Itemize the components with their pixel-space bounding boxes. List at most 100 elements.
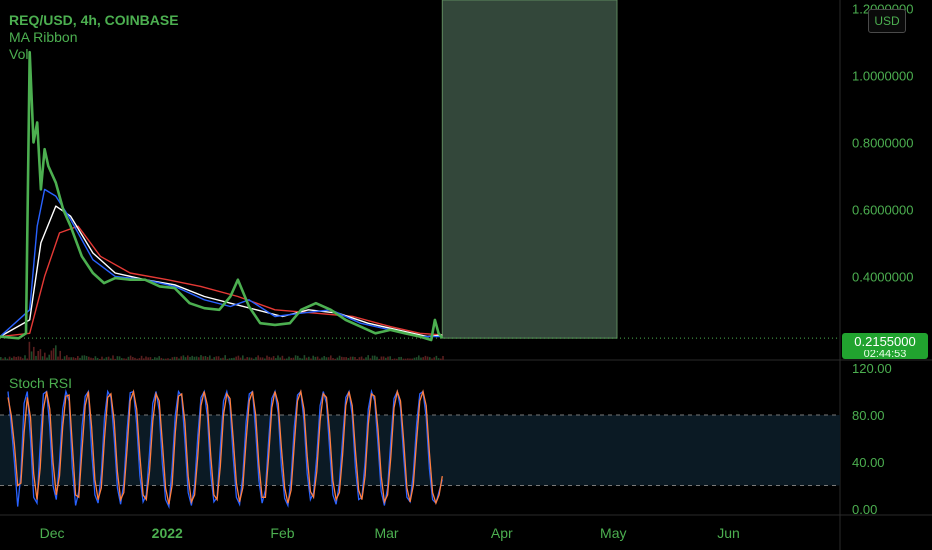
volume-label[interactable]: Vol <box>9 46 179 63</box>
volume-bar <box>257 355 259 360</box>
volume-bar <box>127 356 130 360</box>
volume-bar <box>330 355 332 360</box>
chart-canvas[interactable]: 1.20000001.00000000.80000000.60000000.40… <box>0 0 932 550</box>
volume-bar <box>301 358 303 360</box>
volume-bar <box>6 358 9 360</box>
volume-bar <box>211 358 213 360</box>
volume-bar <box>55 345 57 360</box>
volume-bar <box>433 357 435 360</box>
volume-bar <box>231 358 233 360</box>
volume-bar <box>134 357 136 360</box>
volume-bar <box>68 357 70 360</box>
volume-bar <box>268 356 270 360</box>
volume-bar <box>125 358 127 360</box>
volume-bar <box>341 356 343 360</box>
volume-bar <box>41 356 44 360</box>
volume-bar <box>129 355 132 360</box>
volume-bar <box>237 355 240 360</box>
volume-bar <box>121 358 123 360</box>
volume-bar <box>286 358 288 360</box>
volume-bar <box>46 357 48 360</box>
volume-bar <box>136 358 138 360</box>
volume-bar <box>149 357 152 360</box>
volume-bar <box>30 351 33 360</box>
volume-bar <box>389 356 391 360</box>
volume-bar <box>37 350 39 360</box>
volume-bar <box>371 355 374 360</box>
ma-ribbon-label[interactable]: MA Ribbon <box>9 29 179 46</box>
volume-bar <box>132 357 134 360</box>
volume-bar <box>200 355 202 360</box>
stoch-rsi-label[interactable]: Stoch RSI <box>9 375 72 392</box>
volume-bar <box>429 357 431 360</box>
volume-bar <box>411 358 413 360</box>
volume-bar <box>380 356 383 360</box>
volume-bar <box>90 357 92 360</box>
time-axis-tick: Jun <box>717 525 740 541</box>
volume-bar <box>140 355 143 360</box>
volume-bar <box>92 358 94 360</box>
volume-bar <box>369 358 372 360</box>
ma-line-ma-fast <box>0 188 443 338</box>
volume-bar <box>349 356 352 360</box>
volume-bar <box>24 355 26 360</box>
volume-bar <box>107 356 110 360</box>
volume-bar <box>63 356 66 360</box>
volume-bar <box>72 357 75 360</box>
volume-bar <box>323 355 325 360</box>
volume-bar <box>44 352 46 360</box>
stoch-axis-tick: 40.00 <box>852 455 885 470</box>
volume-bar <box>195 356 198 360</box>
volume-bar <box>33 346 35 360</box>
currency-button[interactable]: USD <box>868 9 906 33</box>
volume-bars <box>0 341 444 360</box>
volume-bar <box>182 355 185 360</box>
volume-bar <box>118 356 121 360</box>
volume-bar <box>290 357 292 360</box>
volume-bar <box>418 355 420 360</box>
volume-bar <box>184 357 187 360</box>
volume-bar <box>198 357 200 360</box>
volume-bar <box>61 358 64 360</box>
stoch-axis-tick: 120.00 <box>852 361 892 376</box>
volume-bar <box>338 355 341 360</box>
volume-bar <box>437 358 440 360</box>
volume-bar <box>2 358 4 360</box>
volume-bar <box>332 358 334 360</box>
volume-bar <box>105 357 108 360</box>
volume-bar <box>39 349 42 360</box>
volume-bar <box>264 358 266 360</box>
volume-bar <box>363 358 365 360</box>
volume-bar <box>244 358 246 360</box>
volume-bar <box>147 357 149 360</box>
volume-bar <box>222 357 224 360</box>
volume-bar <box>99 358 101 360</box>
volume-bar <box>4 357 6 360</box>
volume-bar <box>440 358 442 360</box>
volume-bar <box>365 357 367 360</box>
volume-bar <box>400 356 402 360</box>
volume-bar <box>224 355 226 360</box>
volume-bar <box>376 356 378 360</box>
volume-bar <box>325 357 328 360</box>
volume-bar <box>336 357 339 360</box>
volume-bar <box>15 357 17 360</box>
symbol-title[interactable]: REQ/USD, 4h, COINBASE <box>9 12 179 29</box>
stoch-axis-tick: 0.00 <box>852 502 877 517</box>
volume-bar <box>206 356 209 360</box>
price-series-line <box>0 50 444 342</box>
price-axis-tick: 0.4000000 <box>852 269 913 284</box>
volume-bar <box>385 357 387 360</box>
volume-bar <box>253 358 255 360</box>
time-axis-tick: Feb <box>270 525 294 541</box>
volume-bar <box>424 355 427 360</box>
volume-bar <box>246 357 248 360</box>
volume-bar <box>110 358 112 360</box>
volume-bar <box>165 358 167 360</box>
volume-bar <box>193 356 196 360</box>
volume-bar <box>431 358 433 360</box>
volume-bar <box>171 357 174 360</box>
last-price-value: 0.2155000 <box>854 334 916 349</box>
volume-bar <box>209 355 211 360</box>
volume-bar <box>292 357 295 360</box>
